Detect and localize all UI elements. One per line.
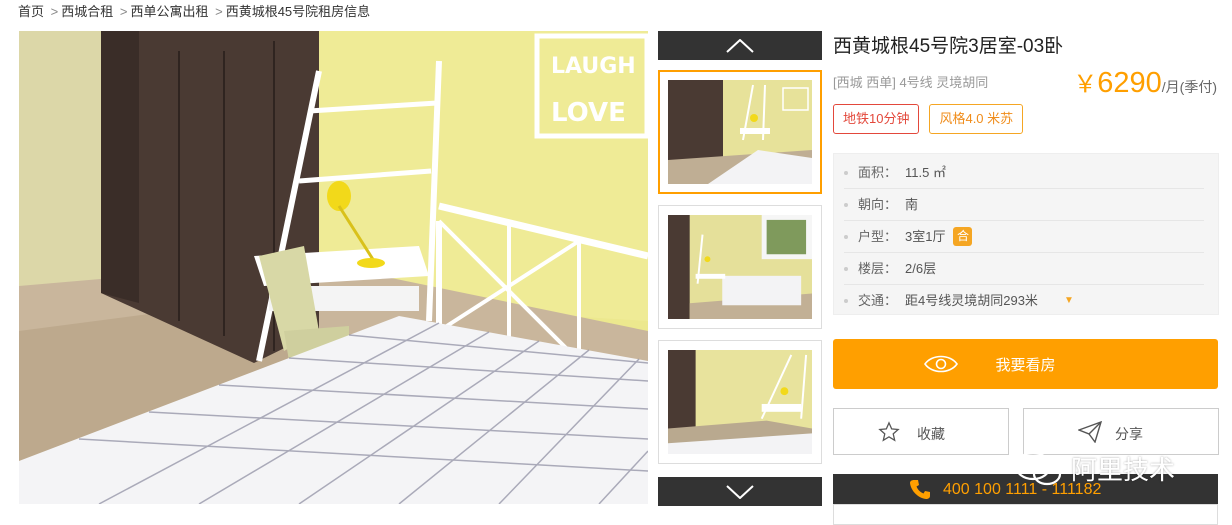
thumbnail-strip [658, 31, 822, 506]
breadcrumb-current: 西黄城根45号院租房信息 [225, 4, 371, 19]
detail-label: 户型： [858, 228, 898, 244]
chevron-down-icon [726, 484, 754, 499]
shared-badge: 合 [953, 227, 973, 246]
main-room-photo[interactable]: LAUGH LOVE [19, 31, 648, 504]
detail-label: 朝向： [858, 196, 898, 212]
listing-location: [西城 西单] 4号线 灵境胡同 [833, 75, 989, 90]
listing-price: ￥6290/月(季付) [1073, 64, 1217, 100]
detail-label: 交通： [858, 293, 898, 308]
breadcrumb: 首页 > 西城合租 > 西单公寓出租 > 西黄城根45号院租房信息 [18, 1, 370, 20]
detail-value: 3室1厅 [905, 228, 946, 244]
price-unit: /月(季付) [1161, 79, 1217, 95]
paper-plane-icon [1078, 421, 1102, 443]
bedroom-illustration: LAUGH LOVE [19, 31, 648, 504]
thumbnail-image [668, 215, 812, 319]
schedule-viewing-button[interactable]: 我要看房 [833, 339, 1218, 389]
detail-transit: 交通： 距4号线灵境胡同293米 ▼ [844, 285, 1204, 317]
wall-sign-text: LAUGH [551, 54, 636, 79]
watermark: 阿里技术 [1013, 450, 1175, 487]
bullet-icon [844, 170, 848, 175]
listing-info: 西黄城根45号院3居室-03卧 [西城 西单] 4号线 灵境胡同 ￥6290/月… [833, 31, 1219, 315]
breadcrumb-separator: > [119, 4, 128, 19]
thumbnail-image [668, 350, 812, 454]
detail-layout: 户型： 3室1厅 合 [844, 221, 1204, 253]
breadcrumb-home[interactable]: 首页 [18, 4, 44, 19]
thumbnail-1[interactable] [658, 70, 822, 194]
detail-value: 11.5 ㎡ [905, 164, 946, 180]
thumbnail-image [668, 80, 812, 184]
schedule-viewing-label: 我要看房 [995, 356, 1056, 374]
breadcrumb-xicheng-shared[interactable]: 西城合租 [61, 4, 113, 19]
detail-value: 距4号线灵境胡同293米 [905, 293, 1038, 308]
favorite-button[interactable]: 收藏 [833, 408, 1009, 455]
bullet-icon [844, 234, 848, 239]
listing-subline: [西城 西单] 4号线 灵境胡同 ￥6290/月(季付) [833, 64, 1219, 100]
breadcrumb-separator: > [215, 4, 223, 19]
thumbnail-3[interactable] [658, 340, 822, 464]
chevron-up-icon [726, 38, 754, 53]
thumbnail-next-button[interactable] [658, 477, 822, 506]
wechat-icon [1014, 451, 1062, 485]
watermark-text: 阿里技术 [1071, 455, 1176, 485]
favorite-label: 收藏 [917, 426, 945, 442]
listing-title: 西黄城根45号院3居室-03卧 [833, 36, 1064, 57]
share-button[interactable]: 分享 [1023, 408, 1219, 455]
price-currency: ￥ [1073, 71, 1098, 98]
bullet-icon [844, 299, 848, 303]
detail-value: 2/6层 [905, 260, 937, 276]
share-label: 分享 [1115, 426, 1143, 442]
star-icon [878, 421, 900, 442]
detail-orientation: 朝向： 南 [844, 189, 1204, 221]
tag-subway: 地铁10分钟 [833, 104, 920, 134]
detail-value: 南 [905, 196, 919, 212]
breadcrumb-xidan-apartments[interactable]: 西单公寓出租 [130, 4, 208, 19]
detail-area: 面积： 11.5 ㎡ [844, 157, 1204, 189]
breadcrumb-separator: > [50, 4, 59, 19]
room-details: 面积： 11.5 ㎡ 朝向： 南 户型： 3室1厅 合 楼层： 2/6层 交通：… [833, 153, 1219, 315]
bullet-icon [844, 202, 848, 207]
listing-tags: 地铁10分钟 风格4.0 米苏 [833, 104, 1219, 134]
detail-label: 面积： [858, 164, 898, 180]
thumbnail-2[interactable] [658, 205, 822, 329]
thumbnail-prev-button[interactable] [658, 31, 822, 60]
detail-label: 楼层： [858, 260, 898, 276]
bullet-icon [844, 266, 848, 271]
wall-sign-text: LOVE [551, 98, 626, 128]
phone-icon [910, 480, 930, 499]
agent-card-top [833, 504, 1218, 525]
expand-transit-icon[interactable]: ▼ [1064, 285, 1074, 317]
detail-floor: 楼层： 2/6层 [844, 253, 1204, 285]
eye-icon [924, 355, 958, 373]
tag-style: 风格4.0 米苏 [929, 104, 1024, 134]
price-value: 6290 [1097, 67, 1162, 99]
